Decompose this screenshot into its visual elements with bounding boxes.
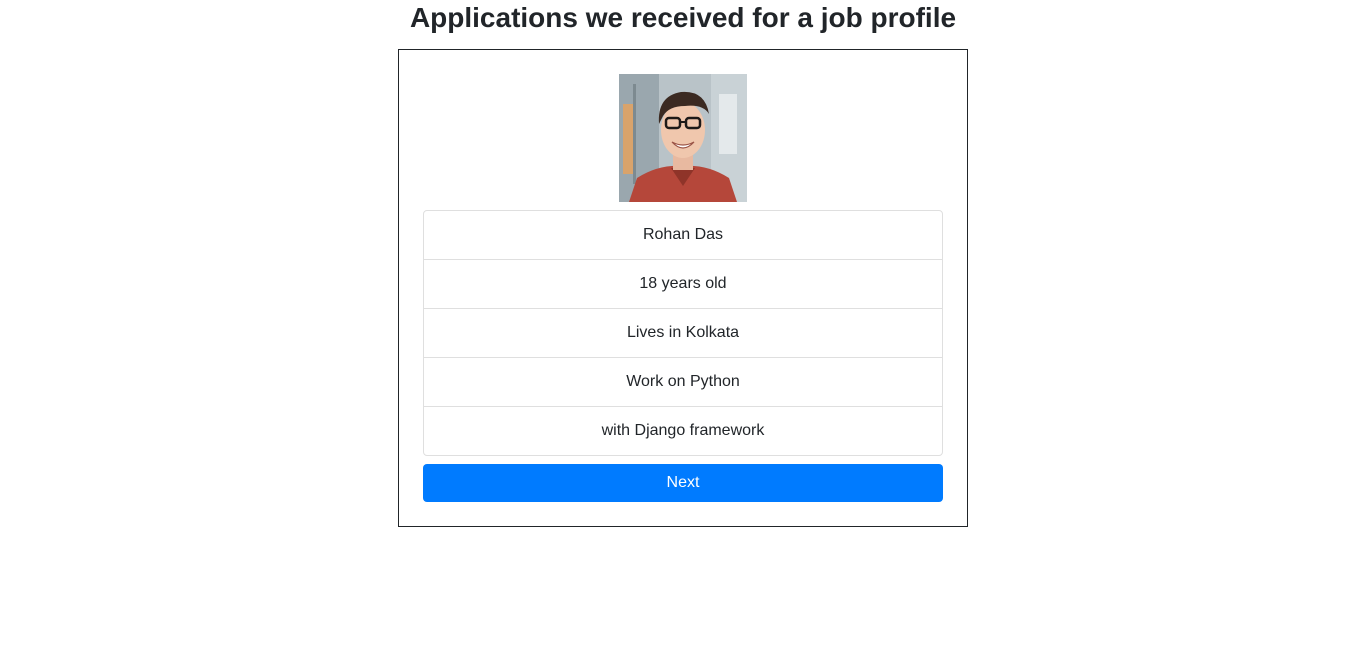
next-button[interactable]: Next [423, 464, 943, 502]
applicant-location: Lives in Kolkata [424, 308, 942, 357]
applicant-details-list: Rohan Das 18 years old Lives in Kolkata … [423, 210, 943, 456]
applicant-card: Rohan Das 18 years old Lives in Kolkata … [398, 49, 968, 527]
applicant-photo [619, 74, 747, 202]
applicant-age: 18 years old [424, 259, 942, 308]
applicant-framework: with Django framework [424, 406, 942, 455]
applicant-name: Rohan Das [642, 226, 724, 243]
applicant-skill: Work on Python [424, 357, 942, 406]
page-title: Applications we received for a job profi… [409, 2, 957, 33]
